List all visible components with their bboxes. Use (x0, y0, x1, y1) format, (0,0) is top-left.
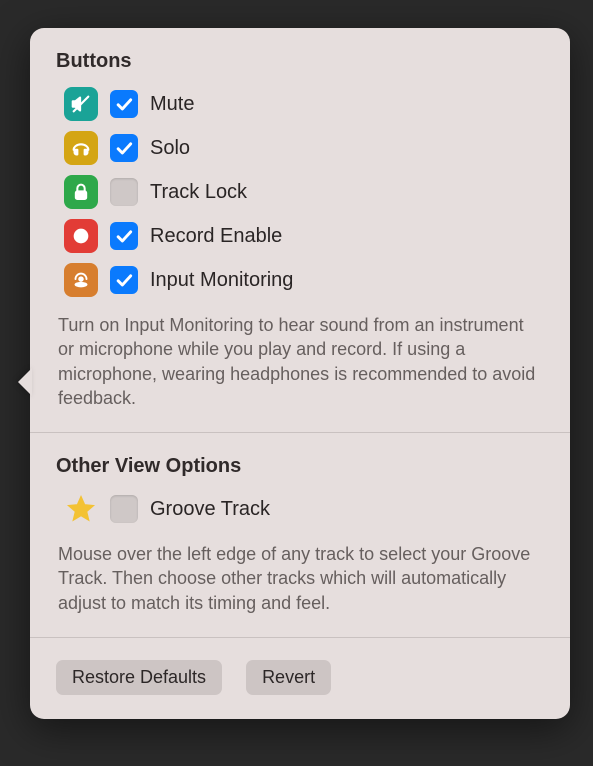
divider (30, 432, 570, 433)
label-solo: Solo (150, 137, 190, 160)
checkbox-record-enable[interactable] (110, 222, 138, 250)
lock-icon (64, 175, 98, 209)
checkbox-track-lock[interactable] (110, 178, 138, 206)
option-row-mute: Mute (64, 85, 544, 123)
label-record-enable: Record Enable (150, 225, 282, 248)
label-input-monitoring: Input Monitoring (150, 269, 293, 292)
buttons-description: Turn on Input Monitoring to hear sound f… (58, 313, 542, 410)
section-title-buttons: Buttons (56, 50, 544, 73)
checkbox-mute[interactable] (110, 90, 138, 118)
option-row-solo: Solo (64, 129, 544, 167)
option-row-groove-track: Groove Track (64, 490, 544, 528)
button-bar: Restore Defaults Revert (56, 660, 544, 695)
option-row-input-monitoring: Input Monitoring (64, 261, 544, 299)
track-header-config-popover: Buttons Mute Solo (30, 28, 570, 719)
restore-defaults-button[interactable]: Restore Defaults (56, 660, 222, 695)
label-track-lock: Track Lock (150, 181, 247, 204)
option-row-track-lock: Track Lock (64, 173, 544, 211)
checkbox-input-monitoring[interactable] (110, 266, 138, 294)
checkbox-solo[interactable] (110, 134, 138, 162)
label-groove-track: Groove Track (150, 498, 270, 521)
mute-icon (64, 87, 98, 121)
option-row-record-enable: Record Enable (64, 217, 544, 255)
solo-icon (64, 131, 98, 165)
input-monitoring-icon (64, 263, 98, 297)
star-icon (64, 492, 98, 526)
label-mute: Mute (150, 93, 194, 116)
checkbox-groove-track[interactable] (110, 495, 138, 523)
divider (30, 637, 570, 638)
revert-button[interactable]: Revert (246, 660, 331, 695)
other-description: Mouse over the left edge of any track to… (58, 542, 542, 615)
section-title-other: Other View Options (56, 455, 544, 478)
record-icon (64, 219, 98, 253)
